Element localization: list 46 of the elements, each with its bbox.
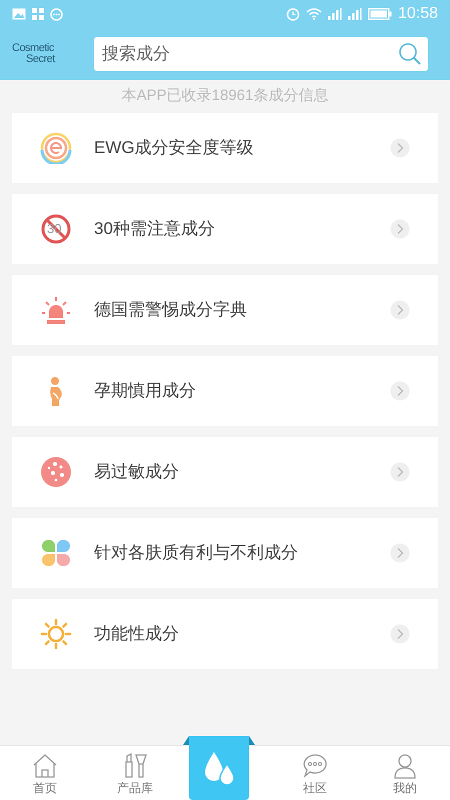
- menu-item[interactable]: 易过敏成分: [12, 437, 438, 507]
- home-icon: [31, 752, 59, 780]
- menu-label: 30种需注意成分: [94, 218, 216, 240]
- menu-item[interactable]: EWG成分安全度等级: [12, 113, 438, 183]
- grid-icon: [32, 8, 44, 20]
- menu-item[interactable]: 功能性成分: [12, 599, 438, 669]
- chat-icon: [50, 8, 63, 20]
- battery-icon: [368, 8, 392, 20]
- search-icon[interactable]: [398, 42, 422, 66]
- menu-label: 易过敏成分: [94, 461, 180, 484]
- ewg-icon: [40, 132, 72, 164]
- chevron-icon: [390, 462, 410, 482]
- logo: Cosmetic Secret: [12, 43, 56, 65]
- signal-icon: [348, 8, 362, 20]
- signal-icon: [328, 8, 342, 20]
- chevron-icon: [390, 300, 410, 320]
- info-text: 本APP已收录18961条成分信息: [122, 86, 328, 106]
- siren-icon: [40, 294, 72, 326]
- nav-tab[interactable]: 我的: [360, 746, 450, 800]
- chevron-icon: [390, 219, 410, 239]
- menu-label: 德国需警惕成分字典: [94, 299, 248, 322]
- clover-icon: [40, 537, 72, 569]
- menu-label: 功能性成分: [94, 623, 180, 646]
- menu-label: 孕期慎用成分: [94, 380, 197, 402]
- chevron-icon: [390, 543, 410, 563]
- nav-tab[interactable]: 首页: [0, 746, 90, 800]
- water-drops-icon: [202, 750, 236, 786]
- menu-item[interactable]: 针对各肤质有利与不利成分: [12, 518, 438, 588]
- chevron-icon: [390, 624, 410, 644]
- drop-tab-button[interactable]: [183, 736, 255, 800]
- dotted-circle-icon: [40, 456, 72, 488]
- menu-label: 针对各肤质有利与不利成分: [94, 542, 299, 564]
- clock-time: 10:58: [398, 4, 438, 24]
- menu-item[interactable]: 孕期慎用成分: [12, 356, 438, 426]
- sun-icon: [40, 618, 72, 650]
- image-icon: [12, 8, 26, 20]
- nav-tab[interactable]: 产品库: [90, 746, 180, 800]
- chevron-icon: [390, 381, 410, 401]
- menu-label: EWG成分安全度等级: [94, 137, 255, 160]
- chevron-icon: [390, 138, 410, 158]
- speech-bubble-icon: [301, 752, 329, 780]
- menu-item[interactable]: 德国需警惕成分字典: [12, 275, 438, 345]
- wifi-icon: [306, 8, 322, 20]
- alarm-icon: [286, 7, 300, 21]
- nav-tab[interactable]: 社区: [270, 746, 360, 800]
- search-field[interactable]: 搜索成分: [94, 37, 428, 71]
